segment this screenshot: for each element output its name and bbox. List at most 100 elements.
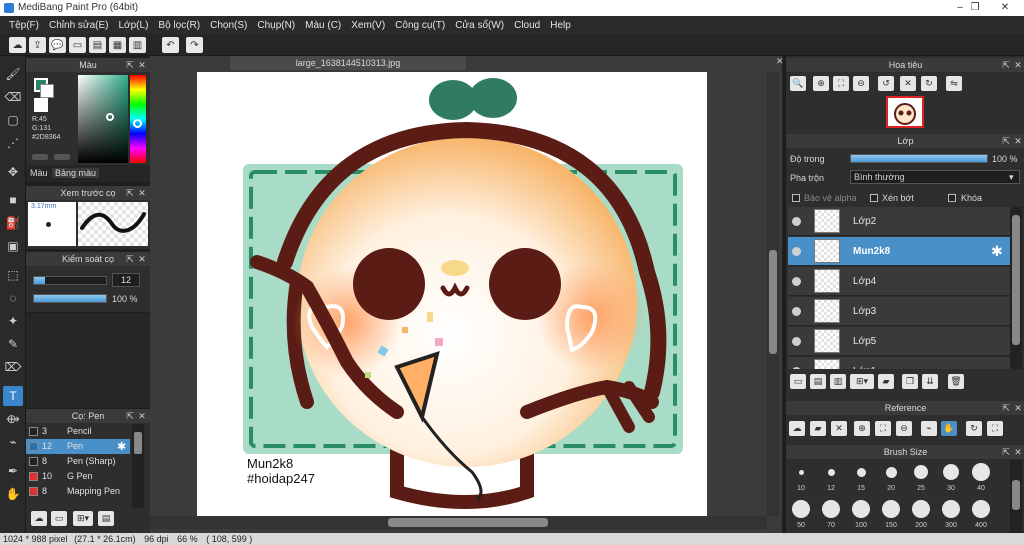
cloud-icon[interactable]: ☁	[9, 37, 26, 53]
brush-size-option[interactable]	[882, 500, 900, 518]
horizontal-scrollbar[interactable]	[150, 516, 767, 529]
visibility-eye-icon[interactable]	[792, 307, 801, 316]
brush-size-option[interactable]	[792, 500, 810, 518]
select-eraser-icon[interactable]: ⌦	[3, 357, 23, 377]
select-pen-icon[interactable]: ✎	[3, 334, 23, 354]
menu-cloud[interactable]: Cloud	[509, 20, 545, 31]
menu-tools[interactable]: Công cụ(T)	[390, 20, 450, 31]
detach-icon[interactable]: ⇱	[124, 58, 136, 72]
lock-checkbox[interactable]	[948, 194, 956, 202]
grid-icon[interactable]: ▦	[109, 37, 126, 53]
menu-window[interactable]: Cửa sổ(W)	[450, 20, 509, 31]
brush-size-option[interactable]	[822, 500, 840, 518]
menu-layer[interactable]: Lớp(L)	[114, 20, 154, 31]
maximize-button[interactable]: ❐	[960, 0, 990, 16]
eyedropper-icon[interactable]: ⌁	[3, 432, 23, 452]
detach-icon[interactable]: ⇱	[1000, 401, 1012, 415]
flip-horizontal-icon[interactable]: ⇋	[946, 76, 962, 91]
close-icon[interactable]: ✕	[1012, 445, 1024, 459]
fill-rect-icon[interactable]: ■	[3, 190, 23, 210]
reference-cloud-icon[interactable]: ☁	[789, 421, 805, 436]
close-icon[interactable]: ✕	[136, 409, 148, 423]
menu-view[interactable]: Xem(V)	[346, 20, 390, 31]
rotate-reset-icon[interactable]: ✕	[900, 76, 916, 91]
eyedropper-icon[interactable]: ⌁	[921, 421, 937, 436]
menu-file[interactable]: Tệp(F)	[4, 20, 44, 31]
duplicate-layer-icon[interactable]: ❐	[902, 374, 918, 389]
brush-item[interactable]: 12 Pen ✱	[26, 439, 130, 454]
color-picker-handle[interactable]	[106, 113, 114, 121]
hand-icon[interactable]: ✋	[941, 421, 957, 436]
brush-item[interactable]: 10 G Pen	[26, 469, 130, 484]
marquee-icon[interactable]: ⬚	[3, 265, 23, 285]
gear-icon[interactable]: ✱	[991, 243, 1003, 260]
divide-icon[interactable]: ⟴	[3, 409, 23, 429]
detach-icon[interactable]: ⇱	[1000, 58, 1012, 72]
scrollbar-thumb[interactable]	[1012, 480, 1020, 510]
document-icon[interactable]: ▤	[89, 37, 106, 53]
navigator-thumbnail[interactable]	[886, 96, 924, 128]
drawing-canvas[interactable]: Mun2k8 #hoidap247	[197, 72, 707, 516]
add-layer-dropdown-icon[interactable]: ⊞▾	[850, 374, 874, 389]
upload-icon[interactable]: ⇪	[29, 37, 46, 53]
text-icon[interactable]: T	[3, 386, 23, 406]
blend-mode-select[interactable]: Bình thường ▾	[850, 170, 1020, 184]
zoom-in-icon[interactable]: ⊕	[813, 76, 829, 91]
detach-icon[interactable]: ⇱	[1000, 445, 1012, 459]
brush-size-option[interactable]	[943, 464, 959, 480]
eraser-icon[interactable]: ⌫	[3, 87, 23, 107]
open-folder-icon[interactable]: ▰	[810, 421, 826, 436]
brush-size-scrollbar[interactable]	[1010, 460, 1022, 533]
folder-icon[interactable]: ▰	[878, 374, 894, 389]
rotate-icon[interactable]: ↻	[966, 421, 982, 436]
visibility-eye-icon[interactable]	[792, 367, 801, 369]
rectangle-select-icon[interactable]: ▢	[3, 110, 23, 130]
zoom-in-icon[interactable]: ⊕	[854, 421, 870, 436]
rotate-right-icon[interactable]: ↻	[921, 76, 937, 91]
brush-size-option[interactable]	[798, 469, 804, 475]
transparent-swatch[interactable]	[34, 98, 48, 112]
zoom-out-icon[interactable]: ⊖	[896, 421, 912, 436]
detach-icon[interactable]: ⇱	[124, 409, 136, 423]
hue-slider-handle[interactable]	[133, 119, 142, 128]
add-brush-icon[interactable]: ⊞▾	[73, 511, 93, 526]
rectangle-icon[interactable]: ▭	[69, 37, 86, 53]
scrollbar-thumb[interactable]	[134, 432, 142, 454]
layer-row[interactable]: Lớp3	[788, 297, 1010, 326]
layer-row[interactable]: Lớp1	[788, 357, 1010, 369]
pen-icon[interactable]: ✒	[3, 461, 23, 481]
close-icon[interactable]: ✕	[136, 186, 148, 200]
brush-cloud-icon[interactable]: ☁	[31, 511, 47, 526]
visibility-eye-icon[interactable]	[792, 217, 801, 226]
scrollbar-thumb[interactable]	[1012, 215, 1020, 345]
brush-size-option[interactable]	[942, 500, 960, 518]
brush-item[interactable]: 8 Mapping Pen	[26, 484, 130, 499]
gradient-icon[interactable]: ▣	[3, 236, 23, 256]
move-icon[interactable]: ✥	[3, 162, 23, 182]
brush-size-option[interactable]	[827, 468, 835, 476]
vertical-scrollbar[interactable]	[767, 72, 779, 516]
menu-color[interactable]: Màu (C)	[300, 20, 346, 31]
brush-size-slider[interactable]	[33, 276, 107, 285]
menu-edit[interactable]: Chỉnh sửa(E)	[44, 20, 114, 31]
brush-size-option[interactable]	[885, 466, 897, 478]
detach-icon[interactable]: ⇱	[1000, 134, 1012, 148]
brush-size-option[interactable]	[914, 465, 928, 479]
lasso-icon[interactable]: ◌	[3, 288, 23, 308]
tab-palette[interactable]: Bảng màu	[52, 168, 100, 178]
brush-size-option[interactable]	[912, 500, 930, 518]
saturation-value-picker[interactable]	[78, 75, 128, 163]
vertical-scroll-thumb[interactable]	[769, 250, 777, 354]
detach-icon[interactable]: ⇱	[124, 252, 136, 266]
document-tab[interactable]: large_1638144510313.jpg	[230, 56, 466, 70]
visibility-eye-icon[interactable]	[792, 337, 801, 346]
menu-snap[interactable]: Chụp(N)	[252, 20, 300, 31]
delete-layer-icon[interactable]: 🗑	[948, 374, 964, 389]
redo-arrow-icon[interactable]: ↷	[186, 37, 203, 53]
new-halftone-layer-icon[interactable]: ▤	[810, 374, 826, 389]
merge-layer-icon[interactable]: ⇊	[922, 374, 938, 389]
visibility-eye-icon[interactable]	[792, 247, 801, 256]
horizontal-scroll-thumb[interactable]	[388, 518, 548, 527]
new-8bit-layer-icon[interactable]: ▥	[830, 374, 846, 389]
hue-slider[interactable]	[130, 75, 146, 163]
